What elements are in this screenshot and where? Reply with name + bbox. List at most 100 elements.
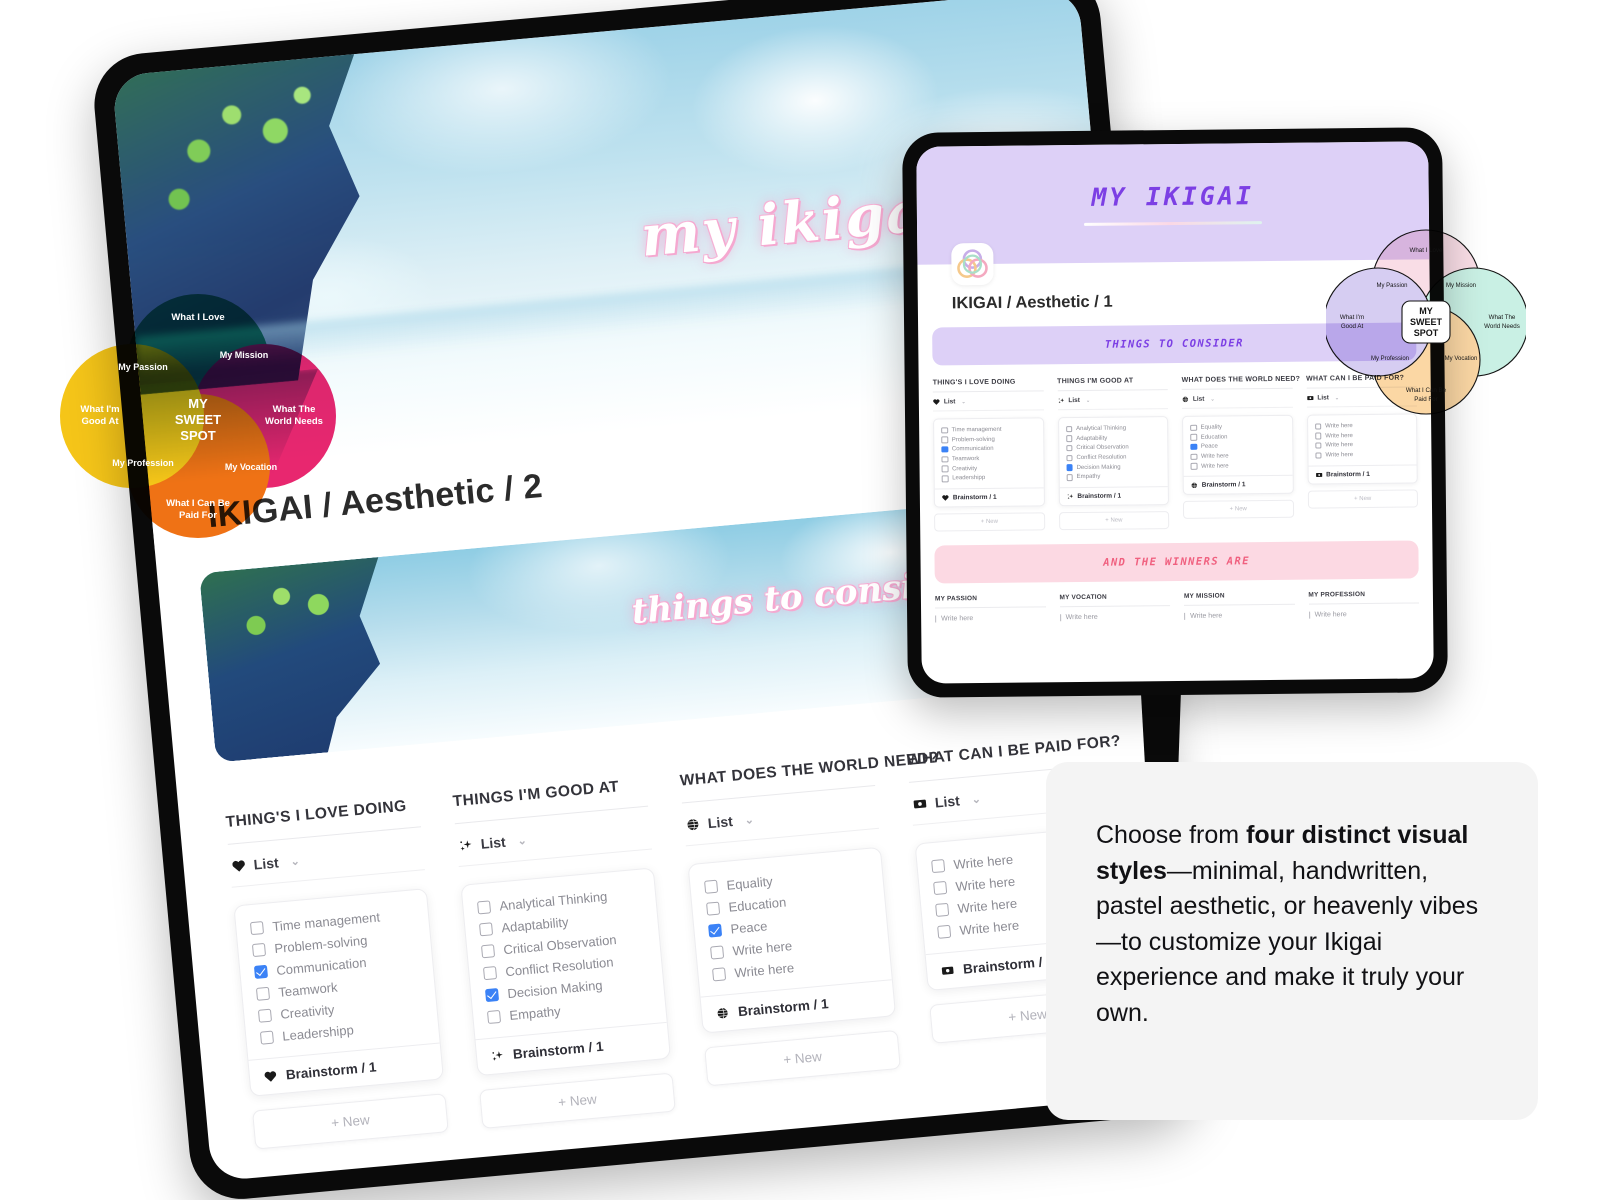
checkbox[interactable] (941, 456, 949, 463)
checkbox[interactable] (1314, 442, 1322, 450)
chevron-down-icon: ⌄ (1210, 396, 1215, 403)
globe-icon (1182, 396, 1189, 403)
checkbox[interactable] (1190, 453, 1197, 460)
small-column-2: THINGS I'M GOOD AT List ⌄ Analytical Thinki… (1057, 377, 1170, 531)
consider-cliff-art (199, 555, 415, 762)
checklist-item[interactable]: Write here (1314, 450, 1410, 461)
checklist-item[interactable]: Empathy (1066, 472, 1161, 483)
caption-card: Choose from four distinct visual styles—… (1046, 762, 1538, 1120)
venn-label-what-i-love: What I Love (171, 312, 224, 323)
checkbox[interactable] (941, 475, 949, 482)
venn-label-my-passion: My Passion (118, 362, 168, 372)
checkbox[interactable] (249, 920, 265, 935)
checkbox[interactable] (1065, 445, 1073, 452)
small-new-button[interactable]: + New (1307, 489, 1419, 509)
big-checklist: Analytical Thinking Adaptability Critical … (462, 868, 667, 1039)
caption-text: Choose from four distinct visual styles—… (1096, 818, 1488, 1031)
brainstorm-label: Brainstorm / 1 (1326, 470, 1370, 479)
checklist-item-label: Problem-solving (951, 436, 995, 443)
small-brainstorm-footer[interactable]: Brainstorm / 1 (1308, 464, 1417, 484)
brainstorm-label: Brainstorm / 1 (1201, 481, 1246, 490)
checkbox[interactable] (1190, 463, 1198, 470)
checkbox[interactable] (251, 942, 267, 957)
checkbox[interactable] (1066, 474, 1073, 481)
small-new-button[interactable]: + New (1058, 511, 1170, 531)
checkbox[interactable] (486, 1009, 502, 1024)
checkbox[interactable] (476, 899, 492, 914)
checklist-item-label: Write here (1325, 452, 1354, 459)
checkbox[interactable] (478, 921, 494, 936)
checkbox[interactable] (935, 902, 950, 917)
checkbox[interactable] (704, 879, 719, 894)
checklist-item-label: Write here (958, 917, 1020, 938)
winner-column-4: MY PROFESSION Write here (1308, 590, 1420, 619)
checkbox[interactable] (706, 901, 721, 916)
checkbox[interactable] (1314, 423, 1322, 430)
checkbox[interactable] (1065, 435, 1073, 442)
checkbox[interactable] (711, 966, 727, 981)
small-list-selector[interactable]: List ⌄ (1181, 388, 1293, 409)
big-list-label: List (480, 833, 507, 852)
venn-label-good-at-2: Good At (81, 416, 119, 427)
small-list-selector[interactable]: List ⌄ (932, 391, 1044, 412)
checkbox[interactable] (941, 446, 948, 453)
checkbox[interactable] (1190, 443, 1197, 451)
checkbox[interactable] (708, 923, 723, 938)
checkbox[interactable] (1065, 454, 1073, 462)
app-icon-rings (957, 249, 988, 278)
checklist-item[interactable]: Leadershipp (941, 473, 1037, 484)
checkbox[interactable] (259, 1030, 274, 1045)
checklist-item-label: Analytical Thinking (1076, 425, 1127, 432)
heart-icon (263, 1069, 278, 1084)
checkbox[interactable] (255, 986, 270, 1001)
small-brainstorm-footer[interactable]: Brainstorm / 1 (1183, 475, 1293, 495)
big-new-button[interactable]: + New (252, 1093, 449, 1150)
checkbox[interactable] (480, 943, 496, 958)
winner-column-input[interactable]: Write here (935, 614, 1046, 623)
checklist-item[interactable]: Write here (1190, 461, 1286, 472)
winner-column-input[interactable]: Write here (1184, 611, 1295, 621)
checkbox[interactable] (933, 880, 948, 895)
checkbox[interactable] (941, 465, 949, 473)
winner-column-input[interactable]: Write here (1059, 613, 1171, 622)
checkbox[interactable] (1314, 432, 1322, 440)
checkbox[interactable] (709, 944, 725, 960)
brainstorm-label: Brainstorm / 1 (962, 953, 1055, 977)
checkbox[interactable] (484, 987, 500, 1002)
venn-diagram-pastel: What I Love What The World Needs What I … (1323, 222, 1529, 422)
brainstorm-label: Brainstorm / 1 (512, 1038, 605, 1062)
small-new-button[interactable]: + New (934, 512, 1045, 532)
pastel-label-what-i-love: What I Love (1409, 247, 1443, 254)
small-checklist: Equality Education Peace Write here Write he… (1183, 416, 1292, 477)
small-hero-underline (1084, 220, 1263, 226)
checkbox[interactable] (1190, 424, 1197, 431)
money-icon (941, 963, 956, 978)
checkbox[interactable] (941, 436, 948, 444)
chevron-down-icon: ⌄ (1085, 397, 1091, 404)
big-list-label: List (707, 813, 734, 832)
small-brainstorm-footer[interactable]: Brainstorm / 1 (934, 487, 1044, 507)
checkbox[interactable] (257, 1008, 272, 1023)
big-new-button[interactable]: + New (704, 1029, 901, 1087)
checkbox[interactable] (931, 858, 946, 873)
checkbox[interactable] (1065, 425, 1073, 433)
chevron-down-icon: ⌄ (289, 854, 301, 868)
winner-column-input[interactable]: Write here (1308, 610, 1420, 619)
small-new-button[interactable]: + New (1182, 500, 1294, 520)
checkbox[interactable] (1190, 434, 1197, 441)
checkbox[interactable] (941, 426, 948, 434)
big-new-button[interactable]: + New (479, 1072, 676, 1129)
checkbox[interactable] (1314, 452, 1322, 459)
checkbox[interactable] (482, 965, 498, 980)
checklist-item-label: Write here (1325, 422, 1353, 430)
app-icon[interactable] (951, 242, 994, 286)
checkbox[interactable] (1066, 464, 1073, 471)
small-brainstorm-footer[interactable]: Brainstorm / 1 (1059, 486, 1168, 506)
small-list-selector[interactable]: List ⌄ (1057, 390, 1168, 411)
checkbox[interactable] (253, 964, 269, 979)
pastel-center-line-3: SPOT (1414, 328, 1439, 338)
sparkle-icon (458, 838, 473, 853)
pastel-label-my-passion: My Passion (1376, 283, 1407, 289)
checkbox[interactable] (937, 924, 952, 939)
brainstorm-label: Brainstorm / 1 (952, 493, 997, 502)
